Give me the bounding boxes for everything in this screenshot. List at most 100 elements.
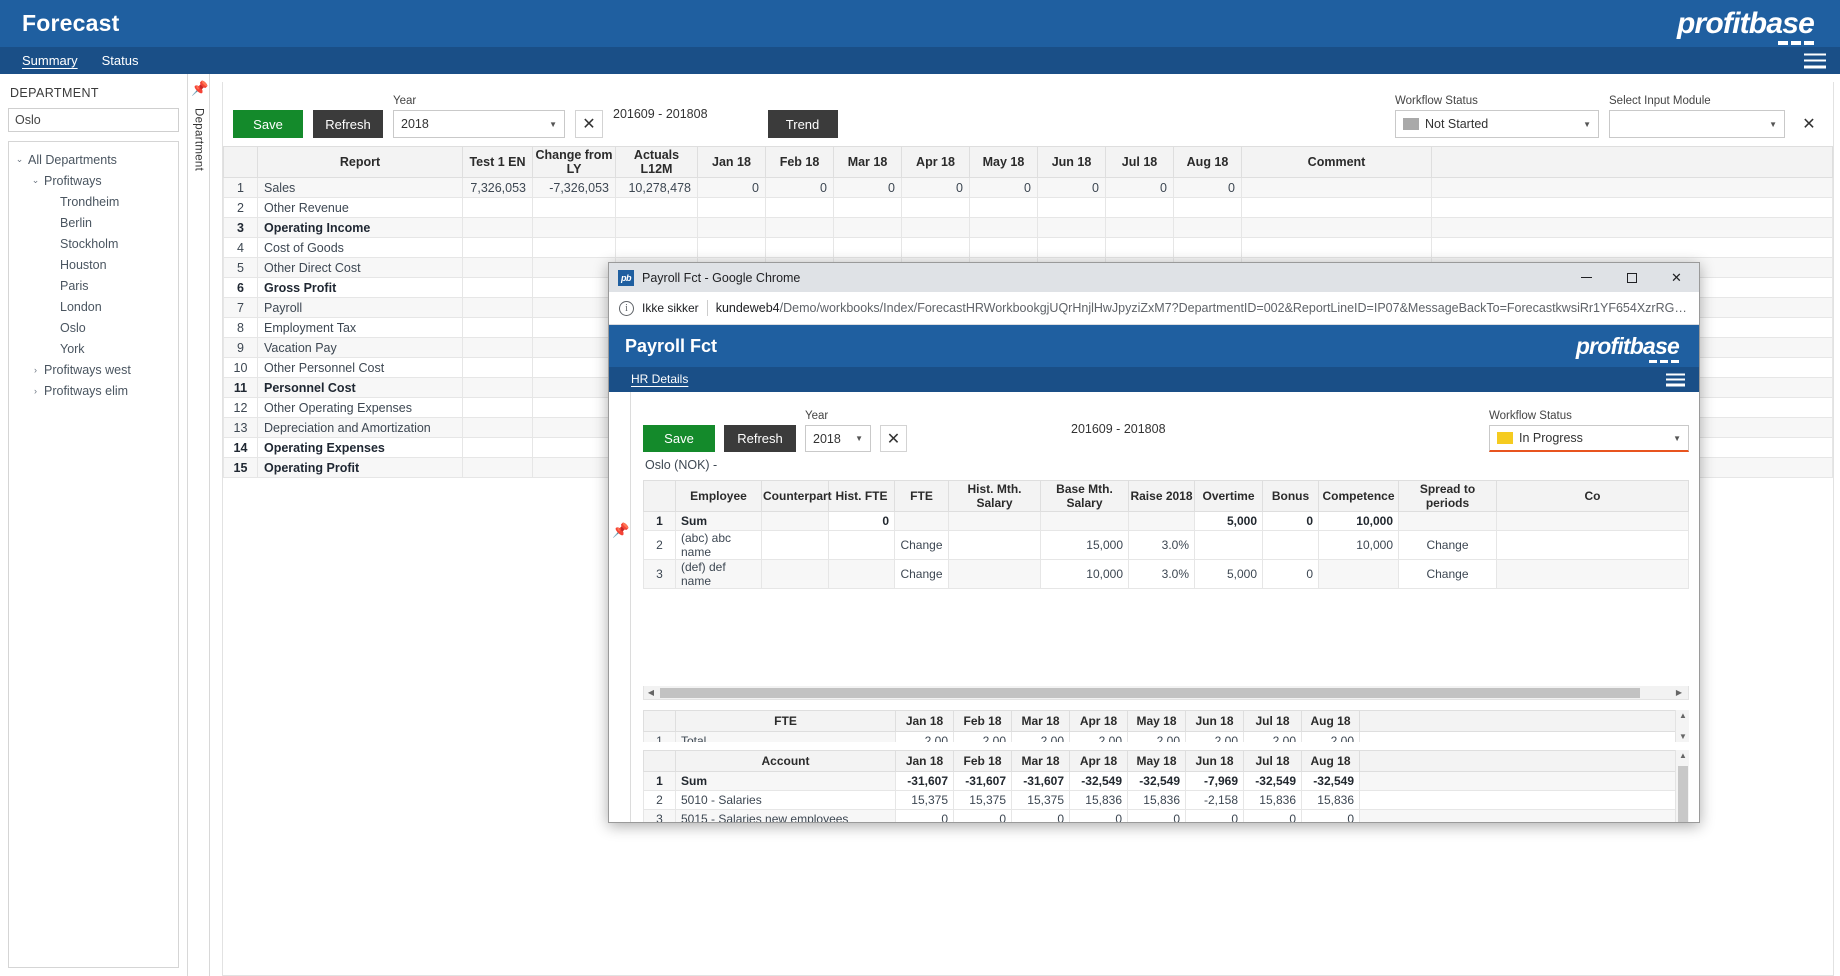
report-line-name[interactable]: Employment Tax — [258, 318, 463, 338]
column-header[interactable]: Change from LY — [533, 147, 616, 178]
close-icon[interactable]: ✕ — [1654, 263, 1699, 292]
column-header[interactable]: Jan 18 — [896, 751, 954, 772]
cell[interactable]: 15,375 — [1012, 791, 1070, 810]
tree-item-paris[interactable]: Paris — [13, 275, 174, 296]
cell[interactable] — [1242, 198, 1432, 218]
cell[interactable] — [616, 238, 698, 258]
employee-grid-hscrollbar[interactable]: ◀ ▶ — [643, 686, 1689, 700]
cell[interactable] — [834, 238, 902, 258]
cell[interactable]: 2,00 — [1012, 732, 1070, 743]
cell[interactable]: 15,836 — [1244, 791, 1302, 810]
table-row[interactable]: 35015 - Salaries new employees00000000 — [644, 810, 1689, 823]
maximize-icon[interactable] — [1609, 263, 1654, 292]
popup-workflow-status-select[interactable]: In Progress ▼ — [1489, 425, 1689, 452]
tree-item-stockholm[interactable]: Stockholm — [13, 233, 174, 254]
cell[interactable] — [1041, 512, 1129, 531]
cell[interactable]: 3.0% — [1129, 531, 1195, 560]
cell[interactable]: 15,375 — [954, 791, 1012, 810]
cell[interactable]: 0 — [698, 178, 766, 198]
report-line-name[interactable]: Operating Expenses — [258, 438, 463, 458]
cell[interactable] — [1432, 198, 1833, 218]
cell[interactable] — [834, 198, 902, 218]
cell[interactable]: 2,00 — [954, 732, 1012, 743]
cell[interactable]: 0 — [1244, 810, 1302, 823]
scroll-up-icon[interactable]: ▲ — [1676, 751, 1689, 760]
cell[interactable] — [533, 298, 616, 318]
cell[interactable] — [463, 198, 533, 218]
cell[interactable]: 0 — [1263, 560, 1319, 589]
save-button[interactable]: Save — [233, 110, 303, 138]
table-row[interactable]: 1 Total 2,00 2,00 2,00 2,00 2,00 2,00 2,… — [644, 732, 1689, 743]
cell[interactable]: 2,00 — [1128, 732, 1186, 743]
column-header[interactable]: Aug 18 — [1174, 147, 1242, 178]
cell[interactable] — [1432, 218, 1833, 238]
report-line-name[interactable]: Operating Profit — [258, 458, 463, 478]
tab-summary[interactable]: Summary — [10, 47, 90, 74]
cell[interactable] — [902, 218, 970, 238]
cell[interactable] — [463, 378, 533, 398]
workflow-status-select[interactable]: Not Started ▼ — [1395, 110, 1599, 138]
department-tree[interactable]: ⌄All Departments⌄ProfitwaysTrondheimBerl… — [8, 141, 179, 968]
chevron-icon[interactable]: › — [29, 386, 42, 396]
report-line-name[interactable]: Other Operating Expenses — [258, 398, 463, 418]
column-header[interactable]: Aug 18 — [1302, 711, 1360, 732]
column-header[interactable]: Counterpart — [762, 481, 829, 512]
chevron-icon[interactable]: › — [29, 365, 42, 375]
minimize-icon[interactable] — [1564, 263, 1609, 292]
cell[interactable] — [762, 531, 829, 560]
column-header[interactable]: Spread to periods — [1399, 481, 1497, 512]
scroll-right-icon[interactable]: ▶ — [1672, 688, 1686, 697]
cell[interactable] — [829, 531, 895, 560]
column-header[interactable]: FTE — [676, 711, 896, 732]
cell[interactable] — [949, 560, 1041, 589]
report-line-name[interactable]: Payroll — [258, 298, 463, 318]
cell[interactable] — [1106, 238, 1174, 258]
cell[interactable]: 0 — [902, 178, 970, 198]
cell[interactable] — [463, 398, 533, 418]
column-header[interactable] — [644, 481, 676, 512]
cell[interactable] — [533, 378, 616, 398]
report-line-name[interactable]: Other Personnel Cost — [258, 358, 463, 378]
cell[interactable]: 15,836 — [1302, 791, 1360, 810]
cell[interactable]: 0 — [766, 178, 834, 198]
cell[interactable] — [698, 218, 766, 238]
cell[interactable] — [463, 238, 533, 258]
cell[interactable]: 2,00 — [1302, 732, 1360, 743]
cell[interactable] — [533, 318, 616, 338]
cell[interactable]: 0 — [896, 810, 954, 823]
cell[interactable]: -32,549 — [1302, 772, 1360, 791]
column-header[interactable]: Feb 18 — [766, 147, 834, 178]
table-row[interactable]: 1Sales7,326,053-7,326,05310,278,47800000… — [224, 178, 1833, 198]
cell[interactable]: 2,00 — [1244, 732, 1302, 743]
tree-item-york[interactable]: York — [13, 338, 174, 359]
cell[interactable] — [533, 338, 616, 358]
cell[interactable] — [533, 258, 616, 278]
cell[interactable] — [1174, 198, 1242, 218]
cell[interactable] — [463, 258, 533, 278]
cell[interactable]: -7,969 — [1186, 772, 1244, 791]
report-line-name[interactable]: Personnel Cost — [258, 378, 463, 398]
cell[interactable]: 15,375 — [896, 791, 954, 810]
cell[interactable] — [463, 438, 533, 458]
change-link[interactable]: Change — [895, 560, 949, 589]
cell[interactable] — [1242, 238, 1432, 258]
cell[interactable] — [762, 560, 829, 589]
cell[interactable]: -32,549 — [1070, 772, 1128, 791]
cell[interactable]: 0 — [1263, 512, 1319, 531]
report-line-name[interactable]: Cost of Goods — [258, 238, 463, 258]
cell[interactable] — [1174, 238, 1242, 258]
column-header[interactable]: Account — [676, 751, 896, 772]
cell[interactable] — [463, 218, 533, 238]
cell[interactable] — [1432, 238, 1833, 258]
column-header[interactable] — [224, 147, 258, 178]
cell[interactable] — [970, 198, 1038, 218]
tree-item-all-departments[interactable]: ⌄All Departments — [13, 149, 174, 170]
cell[interactable] — [949, 512, 1041, 531]
cell[interactable]: 3.0% — [1129, 560, 1195, 589]
clear-year-button[interactable]: ✕ — [575, 110, 603, 138]
tree-item-profitways-west[interactable]: ›Profitways west — [13, 359, 174, 380]
cell[interactable]: 10,278,478 — [616, 178, 698, 198]
cell[interactable] — [766, 238, 834, 258]
tree-item-trondheim[interactable]: Trondheim — [13, 191, 174, 212]
column-header[interactable]: Jul 18 — [1244, 751, 1302, 772]
